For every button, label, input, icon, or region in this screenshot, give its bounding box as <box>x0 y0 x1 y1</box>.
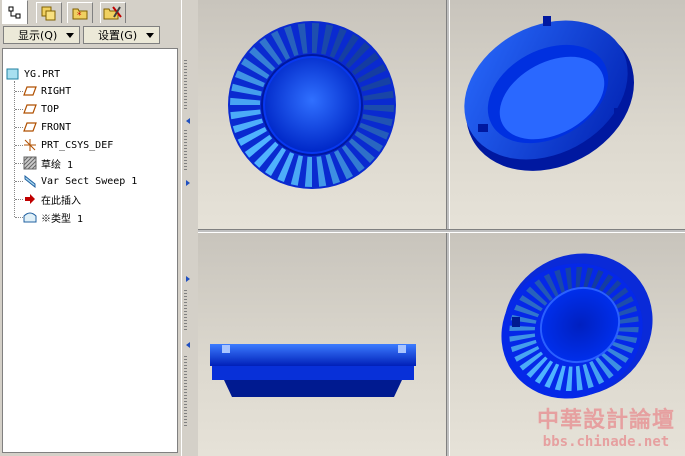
datum-plane-icon <box>23 102 37 116</box>
tree-root-label: YG.PRT <box>24 68 61 80</box>
watermark: 中華設計論壇 bbs.chinade.net <box>531 402 681 452</box>
layers-icon <box>41 6 56 21</box>
viewport-divider-vertical[interactable] <box>446 0 450 456</box>
model-tree-panel: * 显示(Q) 设置(G) YG.PRT RIGHT TOP FRONT PRT… <box>0 0 181 456</box>
collapse-left-icon[interactable] <box>186 342 190 348</box>
tree-item-label: 草绘 1 <box>41 159 74 171</box>
sweep-icon <box>23 174 37 189</box>
surface-icon <box>23 210 37 224</box>
tree-item-label: ※类型 1 <box>41 213 84 225</box>
tree-item-csys[interactable]: PRT_CSYS_DEF <box>23 137 113 153</box>
folder-tools-icon <box>103 6 122 20</box>
watermark-title: 中華設計論壇 <box>536 407 675 433</box>
insert-arrow-icon <box>23 192 37 206</box>
watermark-url: bbs.chinade.net <box>542 434 670 450</box>
tree-connector <box>15 145 23 146</box>
datum-plane-icon <box>23 120 37 134</box>
tree-connector <box>15 217 23 218</box>
tree-connector <box>15 127 23 128</box>
tree-root[interactable]: YG.PRT <box>6 66 60 82</box>
tree-item-label: 在此插入 <box>41 195 81 207</box>
sketch-icon <box>23 156 37 170</box>
tree-connector <box>15 181 23 182</box>
tree-toolbar: 显示(Q) 设置(G) <box>0 24 181 46</box>
splitter-grip <box>184 356 187 426</box>
tab-layers[interactable] <box>36 2 62 23</box>
tree-connector <box>15 163 23 164</box>
viewport-side-view[interactable] <box>198 233 446 456</box>
svg-text:*: * <box>77 11 82 21</box>
settings-dropdown-label: 设置(G) <box>98 29 138 42</box>
tree-connector <box>15 91 23 92</box>
tree-connector <box>15 109 23 110</box>
expand-right-icon[interactable] <box>186 276 190 282</box>
viewport-divider-horizontal[interactable] <box>198 229 685 233</box>
tree-connector <box>15 199 23 200</box>
ashtray-side-view <box>210 344 416 397</box>
tree-item-sweep[interactable]: Var Sect Sweep 1 <box>23 173 137 189</box>
splitter-grip <box>184 290 187 330</box>
tree-item-label: Var Sect Sweep 1 <box>41 175 138 187</box>
splitter-grip <box>184 60 187 110</box>
ashtray-top-view <box>228 21 396 189</box>
tree-item-label: TOP <box>41 103 60 115</box>
show-dropdown[interactable]: 显示(Q) <box>3 26 80 44</box>
tree-item-label: PRT_CSYS_DEF <box>41 139 114 151</box>
tree-item-label: FRONT <box>41 121 72 133</box>
viewport-bottom-iso-view[interactable]: 中華設計論壇 bbs.chinade.net <box>450 233 685 456</box>
tree-item-sketch[interactable]: 草绘 1 <box>23 155 73 171</box>
settings-dropdown[interactable]: 设置(G) <box>83 26 160 44</box>
panel-splitter[interactable] <box>181 0 198 456</box>
viewport-iso-view[interactable] <box>450 0 685 229</box>
tree-item-front[interactable]: FRONT <box>23 119 71 135</box>
part-icon <box>6 67 20 81</box>
tab-tools[interactable] <box>100 2 126 23</box>
panel-tabs: * <box>0 0 181 24</box>
tab-favorites[interactable]: * <box>67 2 93 23</box>
model-tree-icon <box>8 6 21 18</box>
tree-item-label: RIGHT <box>41 85 72 97</box>
chevron-down-icon <box>146 33 154 38</box>
model-tree: YG.PRT RIGHT TOP FRONT PRT_CSYS_DEF 草绘 1 <box>2 48 178 453</box>
tree-connector <box>14 81 15 217</box>
datum-plane-icon <box>23 84 37 98</box>
tab-model-tree[interactable] <box>2 0 28 24</box>
collapse-left-icon[interactable] <box>186 118 190 124</box>
expand-right-icon[interactable] <box>186 180 190 186</box>
show-dropdown-label: 显示(Q) <box>18 29 58 42</box>
splitter-grip <box>184 130 187 170</box>
tree-item-surface[interactable]: ※类型 1 <box>23 209 83 225</box>
chevron-down-icon <box>66 33 74 38</box>
csys-icon <box>23 138 37 152</box>
tree-item-insert-here[interactable]: 在此插入 <box>23 191 81 207</box>
tree-item-top[interactable]: TOP <box>23 101 59 117</box>
tree-item-right[interactable]: RIGHT <box>23 83 71 99</box>
ashtray-iso-view <box>464 16 635 171</box>
folder-star-icon: * <box>72 8 88 21</box>
viewport-top-view[interactable] <box>198 0 446 229</box>
